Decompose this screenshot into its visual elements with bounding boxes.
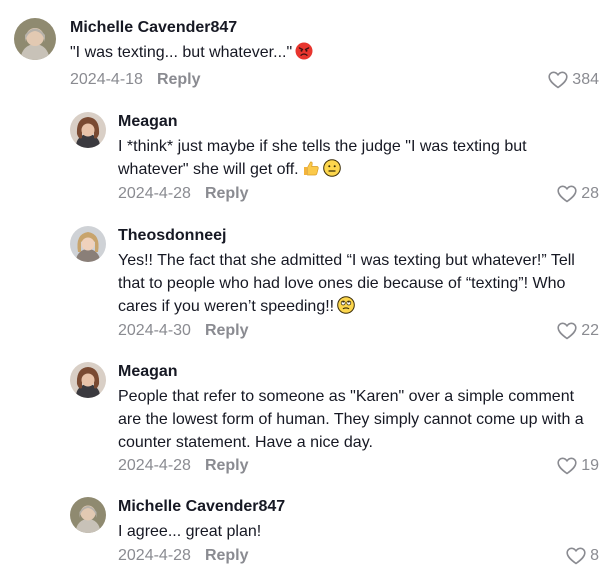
avatar-image xyxy=(14,18,56,60)
avatar-image xyxy=(70,362,106,398)
avatar[interactable] xyxy=(70,226,106,262)
reply-item: Theosdonneej Yes!! The fact that she adm… xyxy=(0,226,613,341)
avatar[interactable] xyxy=(70,112,106,148)
like-count: 8 xyxy=(590,547,599,564)
comment-body: Michelle Cavender847 I agree... great pl… xyxy=(118,497,597,543)
reply-button[interactable]: Reply xyxy=(205,457,249,474)
heart-icon xyxy=(566,547,586,565)
like-count: 19 xyxy=(581,457,599,474)
like-count: 22 xyxy=(581,322,599,339)
comment-body: Theosdonneej Yes!! The fact that she adm… xyxy=(118,226,597,318)
comment-date: 2024-4-30 xyxy=(118,322,191,339)
like-button[interactable]: 19 xyxy=(557,456,599,476)
comment-meta: 2024-4-30 Reply xyxy=(118,321,249,341)
comment-text: Yes!! The fact that she admitted “I was … xyxy=(118,249,597,318)
reply-button[interactable]: Reply xyxy=(205,322,249,339)
reply-item: Meagan I *think* just maybe if she tells… xyxy=(0,112,613,212)
comment-date: 2024-4-18 xyxy=(70,71,143,88)
avatar[interactable] xyxy=(14,18,56,60)
comment-body: Meagan I *think* just maybe if she tells… xyxy=(118,112,589,181)
avatar-image xyxy=(70,226,106,262)
comment-body: Meagan People that refer to someone as "… xyxy=(118,362,597,454)
comment-username[interactable]: Theosdonneej xyxy=(118,226,597,246)
comment-meta: 2024-4-18 Reply xyxy=(70,70,201,90)
like-button[interactable]: 8 xyxy=(566,546,599,566)
comment-text-content: People that refer to someone as "Karen" … xyxy=(118,388,584,451)
comment-username[interactable]: Michelle Cavender847 xyxy=(70,18,599,38)
avatar[interactable] xyxy=(70,362,106,398)
neutral-face-emoji xyxy=(322,159,341,177)
like-button[interactable]: 384 xyxy=(548,70,599,90)
comment-meta: 2024-4-28 Reply xyxy=(118,184,249,204)
comment-item: Michelle Cavender847 "I was texting... b… xyxy=(0,18,613,98)
comment-meta: 2024-4-28 Reply xyxy=(118,456,249,476)
comment-text: "I was texting... but whatever..." xyxy=(70,41,599,64)
thumbs-up-emoji xyxy=(302,159,320,177)
comment-text-content: "I was texting... but whatever..." xyxy=(70,44,293,61)
comment-date: 2024-4-28 xyxy=(118,185,191,202)
comment-body: Michelle Cavender847 "I was texting... b… xyxy=(70,18,599,64)
reply-item: Michelle Cavender847 I agree... great pl… xyxy=(0,497,613,569)
comment-meta: 2024-4-28 Reply xyxy=(118,546,249,566)
reply-item: Meagan People that refer to someone as "… xyxy=(0,362,613,477)
comment-text: I *think* just maybe if she tells the ju… xyxy=(118,135,589,181)
avatar-image xyxy=(70,497,106,533)
avatar[interactable] xyxy=(70,497,106,533)
comment-username[interactable]: Michelle Cavender847 xyxy=(118,497,597,517)
comment-text: People that refer to someone as "Karen" … xyxy=(118,385,597,454)
like-count: 28 xyxy=(581,185,599,202)
comment-text-content: I agree... great plan! xyxy=(118,523,262,540)
like-button[interactable]: 22 xyxy=(557,321,599,341)
heart-icon xyxy=(548,71,568,89)
reply-button[interactable]: Reply xyxy=(205,547,249,564)
comment-username[interactable]: Meagan xyxy=(118,112,589,132)
like-count: 384 xyxy=(572,71,599,88)
comment-date: 2024-4-28 xyxy=(118,547,191,564)
eye-roll-face-emoji xyxy=(337,296,355,314)
reply-button[interactable]: Reply xyxy=(157,71,201,88)
avatar-image xyxy=(70,112,106,148)
reply-button[interactable]: Reply xyxy=(205,185,249,202)
heart-icon xyxy=(557,322,577,340)
comment-date: 2024-4-28 xyxy=(118,457,191,474)
comment-username[interactable]: Meagan xyxy=(118,362,597,382)
angry-face-emoji xyxy=(295,42,313,60)
heart-icon xyxy=(557,185,577,203)
comment-text: I agree... great plan! xyxy=(118,520,597,543)
heart-icon xyxy=(557,457,577,475)
like-button[interactable]: 28 xyxy=(557,184,599,204)
